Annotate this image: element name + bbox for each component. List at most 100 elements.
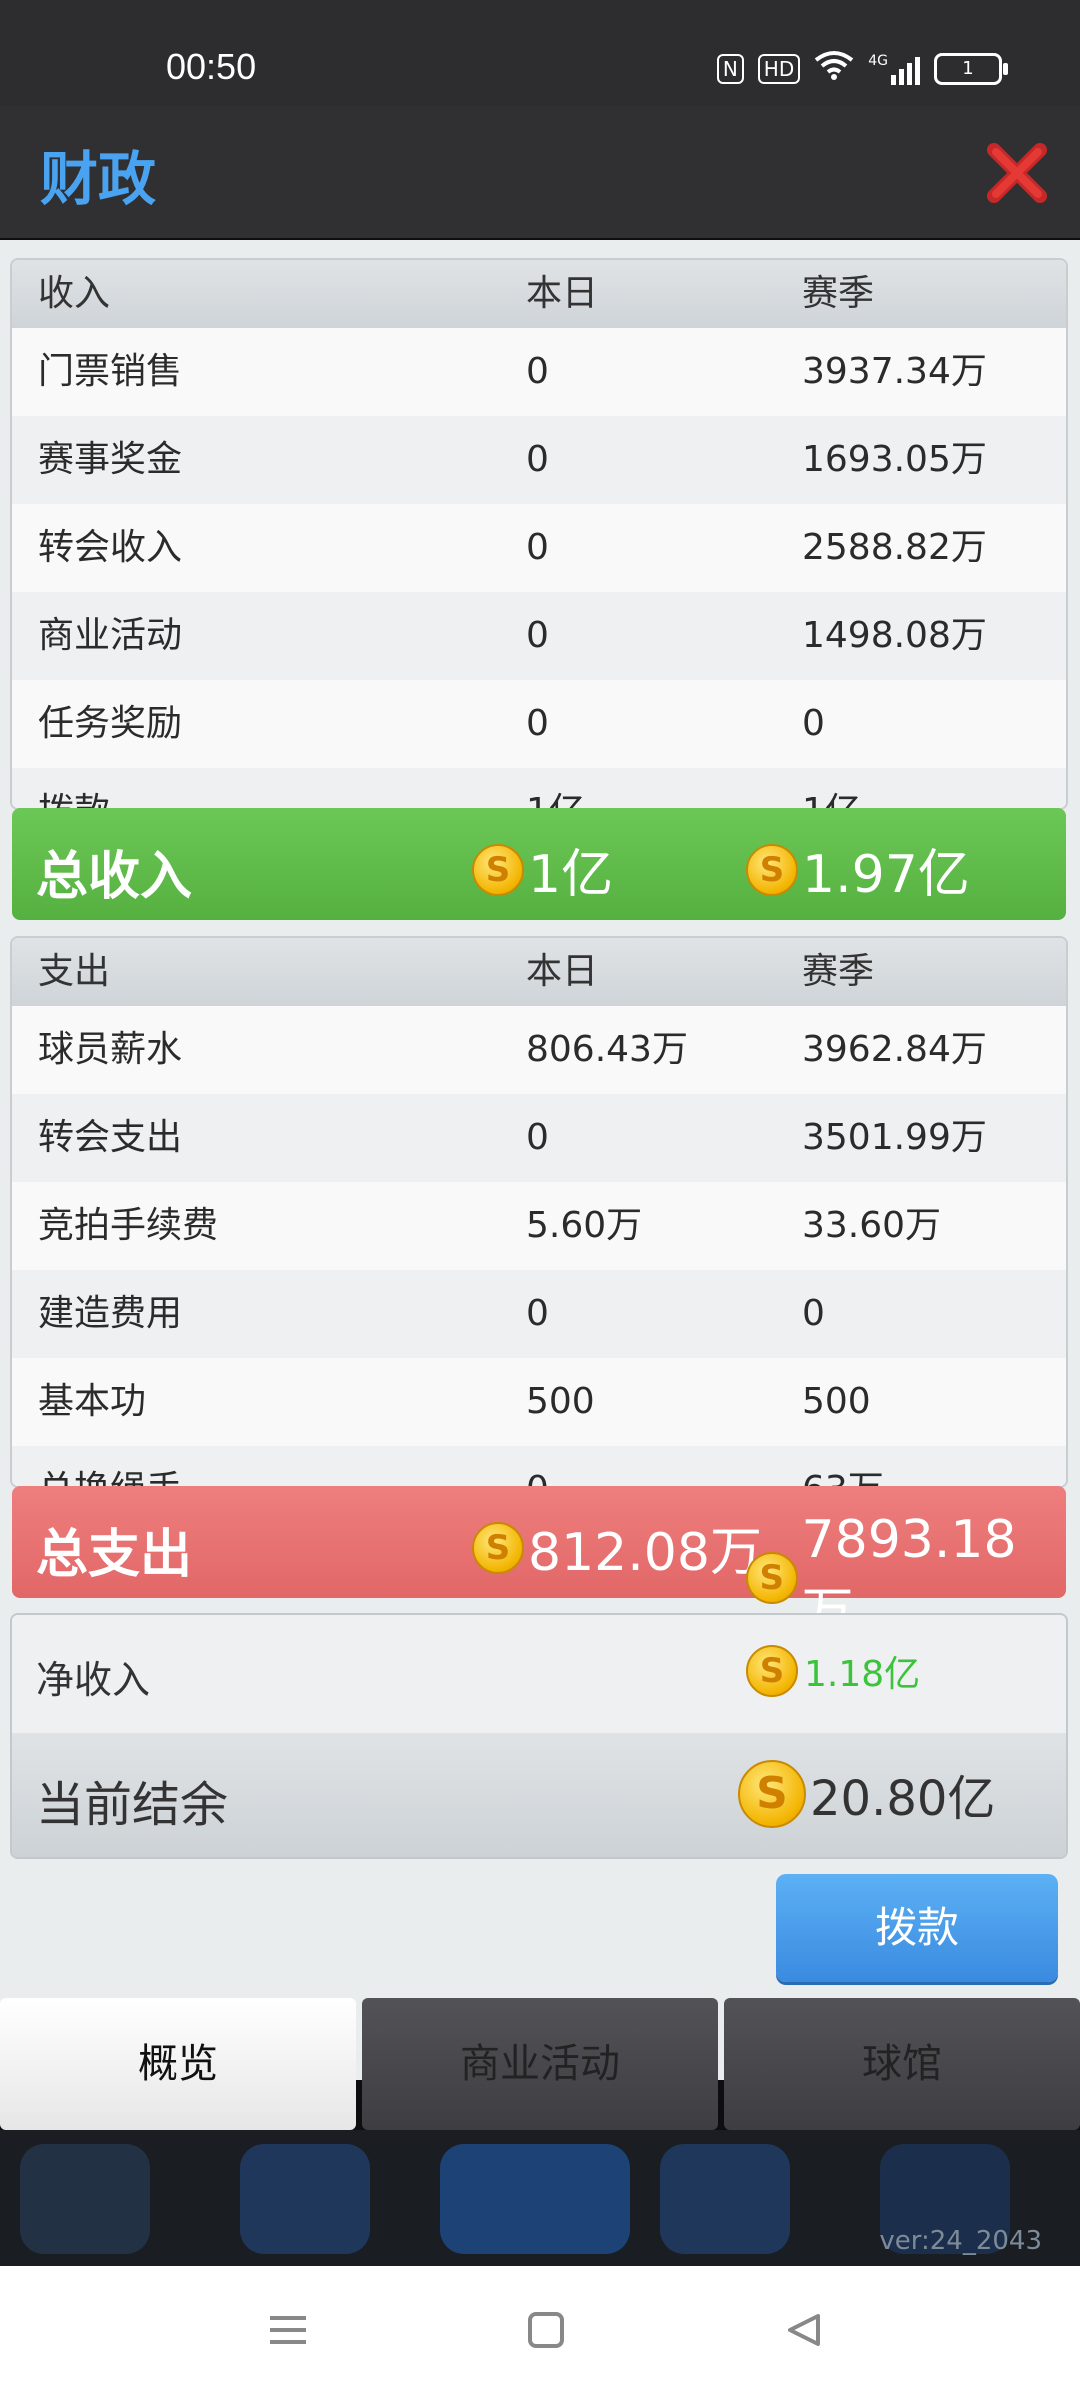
row-today: 1亿: [526, 768, 585, 808]
expense-col-today: 本日: [526, 951, 599, 992]
coin-icon: S: [746, 1645, 798, 1697]
current-balance-value: 20.80亿: [810, 1771, 996, 1827]
table-row: 赛事奖金 0 1693.05万: [12, 416, 1066, 504]
expense-col-label: 支出: [38, 951, 111, 992]
net-income-row: 净收入 S 1.18亿: [12, 1615, 1066, 1733]
row-label: 基本功: [38, 1381, 147, 1422]
status-bar: 00:50 N HD 4G 1: [0, 0, 1080, 106]
row-today: 0: [526, 351, 549, 392]
income-col-today: 本日: [526, 273, 599, 314]
tab-stadium[interactable]: 球馆: [724, 1998, 1080, 2130]
nfc-icon: N: [716, 53, 744, 84]
row-season: 63万: [802, 1446, 884, 1486]
income-total-season: S 1.97亿: [746, 832, 970, 907]
expense-header-row: 支出 本日 赛季: [12, 938, 1066, 1006]
dialog-header: 财政: [0, 106, 1080, 238]
row-today: 0: [526, 703, 549, 744]
income-total-season-value: 1.97亿: [802, 845, 970, 905]
menu-icon[interactable]: [258, 2306, 318, 2366]
row-label: 竞拍手续费: [38, 1205, 219, 1246]
income-header-row: 收入 本日 赛季: [12, 260, 1066, 328]
status-icons: N HD 4G 1: [716, 50, 1008, 87]
nav-blob-icon: [440, 2144, 630, 2254]
row-label: 转会支出: [38, 1117, 183, 1158]
expense-col-season: 赛季: [802, 951, 875, 992]
table-row: 拨款 1亿 1亿: [12, 768, 1066, 808]
row-label: 总换绳手: [38, 1446, 182, 1486]
hd-icon: HD: [757, 53, 801, 84]
version-label: ver:24_2043: [879, 2226, 1042, 2256]
row-season: 3962.84万: [802, 1029, 987, 1070]
row-label: 转会收入: [38, 527, 183, 568]
dialog-title: 财政: [40, 145, 157, 213]
net-income-amount: S 1.18亿: [746, 1645, 920, 1697]
row-season: 1693.05万: [802, 439, 987, 480]
network-type: 4G: [868, 52, 888, 69]
battery-icon: 1: [934, 52, 1008, 85]
tab-business[interactable]: 商业活动: [362, 1998, 718, 2130]
row-season: 2588.82万: [802, 527, 987, 568]
coin-icon: S: [746, 1551, 798, 1604]
expense-total-bar: 总支出 S 812.08万 S 7893.18万: [12, 1486, 1066, 1643]
table-row: 基本功 500 500: [12, 1358, 1066, 1446]
row-today: 806.43万: [526, 1029, 688, 1070]
income-total-today-value: 1亿: [528, 845, 614, 905]
table-row: 转会收入 0 2588.82万: [12, 504, 1066, 592]
current-balance-label: 当前结余: [36, 1777, 229, 1833]
expense-table: 支出 本日 赛季 球员薪水 806.43万 3962.84万 转会支出 0 35…: [12, 938, 1066, 1486]
row-label: 任务奖励: [38, 703, 183, 744]
row-today: 0: [526, 615, 549, 656]
coin-icon: S: [738, 1760, 806, 1828]
tab-overview[interactable]: 概览: [0, 1998, 356, 2130]
table-row: 竞拍手续费 5.60万 33.60万: [12, 1182, 1066, 1270]
row-today: 5.60万: [526, 1205, 643, 1246]
row-season: 0: [802, 703, 825, 744]
row-label: 门票销售: [38, 351, 183, 392]
row-label: 赛事奖金: [38, 439, 183, 480]
table-row: 门票销售 0 3937.34万: [12, 328, 1066, 416]
income-col-season: 赛季: [802, 273, 875, 314]
row-season: 1亿: [802, 768, 861, 808]
summary-box: 净收入 S 1.18亿 当前结余 S 20.80亿: [12, 1615, 1066, 1857]
income-rows[interactable]: 门票销售 0 3937.34万 赛事奖金 0 1693.05万 转会收入 0 2…: [12, 328, 1066, 808]
row-today: 0: [526, 1446, 549, 1486]
tab-bar: 概览 商业活动 球馆: [0, 1998, 1080, 2130]
row-label: 拨款: [38, 768, 110, 808]
row-today: 500: [526, 1381, 595, 1422]
close-button[interactable]: [986, 142, 1048, 204]
net-income-label: 净收入: [36, 1658, 151, 1702]
clock: 00:50: [166, 46, 257, 87]
expense-total-label: 总支出: [36, 1525, 193, 1585]
close-icon: [987, 143, 1047, 203]
current-balance-row: 当前结余 S 20.80亿: [12, 1733, 1066, 1857]
current-balance-amount: S 20.80亿: [738, 1759, 995, 1829]
expense-rows[interactable]: 球员薪水 806.43万 3962.84万 转会支出 0 3501.99万 竞拍…: [12, 1006, 1066, 1486]
nav-blob-icon: [240, 2144, 370, 2254]
row-season: 3937.34万: [802, 351, 987, 392]
income-table: 收入 本日 赛季 门票销售 0 3937.34万 赛事奖金 0 1693.05万…: [12, 260, 1066, 808]
net-income-value: 1.18亿: [804, 1654, 921, 1695]
back-icon[interactable]: [774, 2306, 834, 2366]
row-season: 500: [802, 1381, 871, 1422]
row-season: 3501.99万: [802, 1117, 987, 1158]
system-nav-bar: [0, 2266, 1080, 2400]
row-today: 0: [526, 1117, 549, 1158]
row-today: 0: [526, 439, 549, 480]
coin-icon: S: [746, 843, 798, 896]
row-season: 0: [802, 1293, 825, 1334]
row-today: 0: [526, 1293, 549, 1334]
grant-button[interactable]: 拨款: [776, 1874, 1058, 1982]
table-row: 球员薪水 806.43万 3962.84万: [12, 1006, 1066, 1094]
row-label: 商业活动: [38, 615, 183, 656]
row-today: 0: [526, 527, 549, 568]
coin-icon: S: [472, 1521, 524, 1574]
row-season: 33.60万: [802, 1205, 942, 1246]
income-total-bar: 总收入 S 1亿 S 1.97亿: [12, 808, 1066, 920]
coin-icon: S: [472, 843, 524, 896]
nav-blob-icon: [20, 2144, 150, 2254]
table-row: 总换绳手 0 63万: [12, 1446, 1066, 1486]
home-icon[interactable]: [516, 2306, 576, 2366]
income-col-label: 收入: [38, 273, 111, 314]
expense-total-today-value: 812.08万: [528, 1523, 762, 1583]
row-label: 球员薪水: [38, 1029, 183, 1070]
